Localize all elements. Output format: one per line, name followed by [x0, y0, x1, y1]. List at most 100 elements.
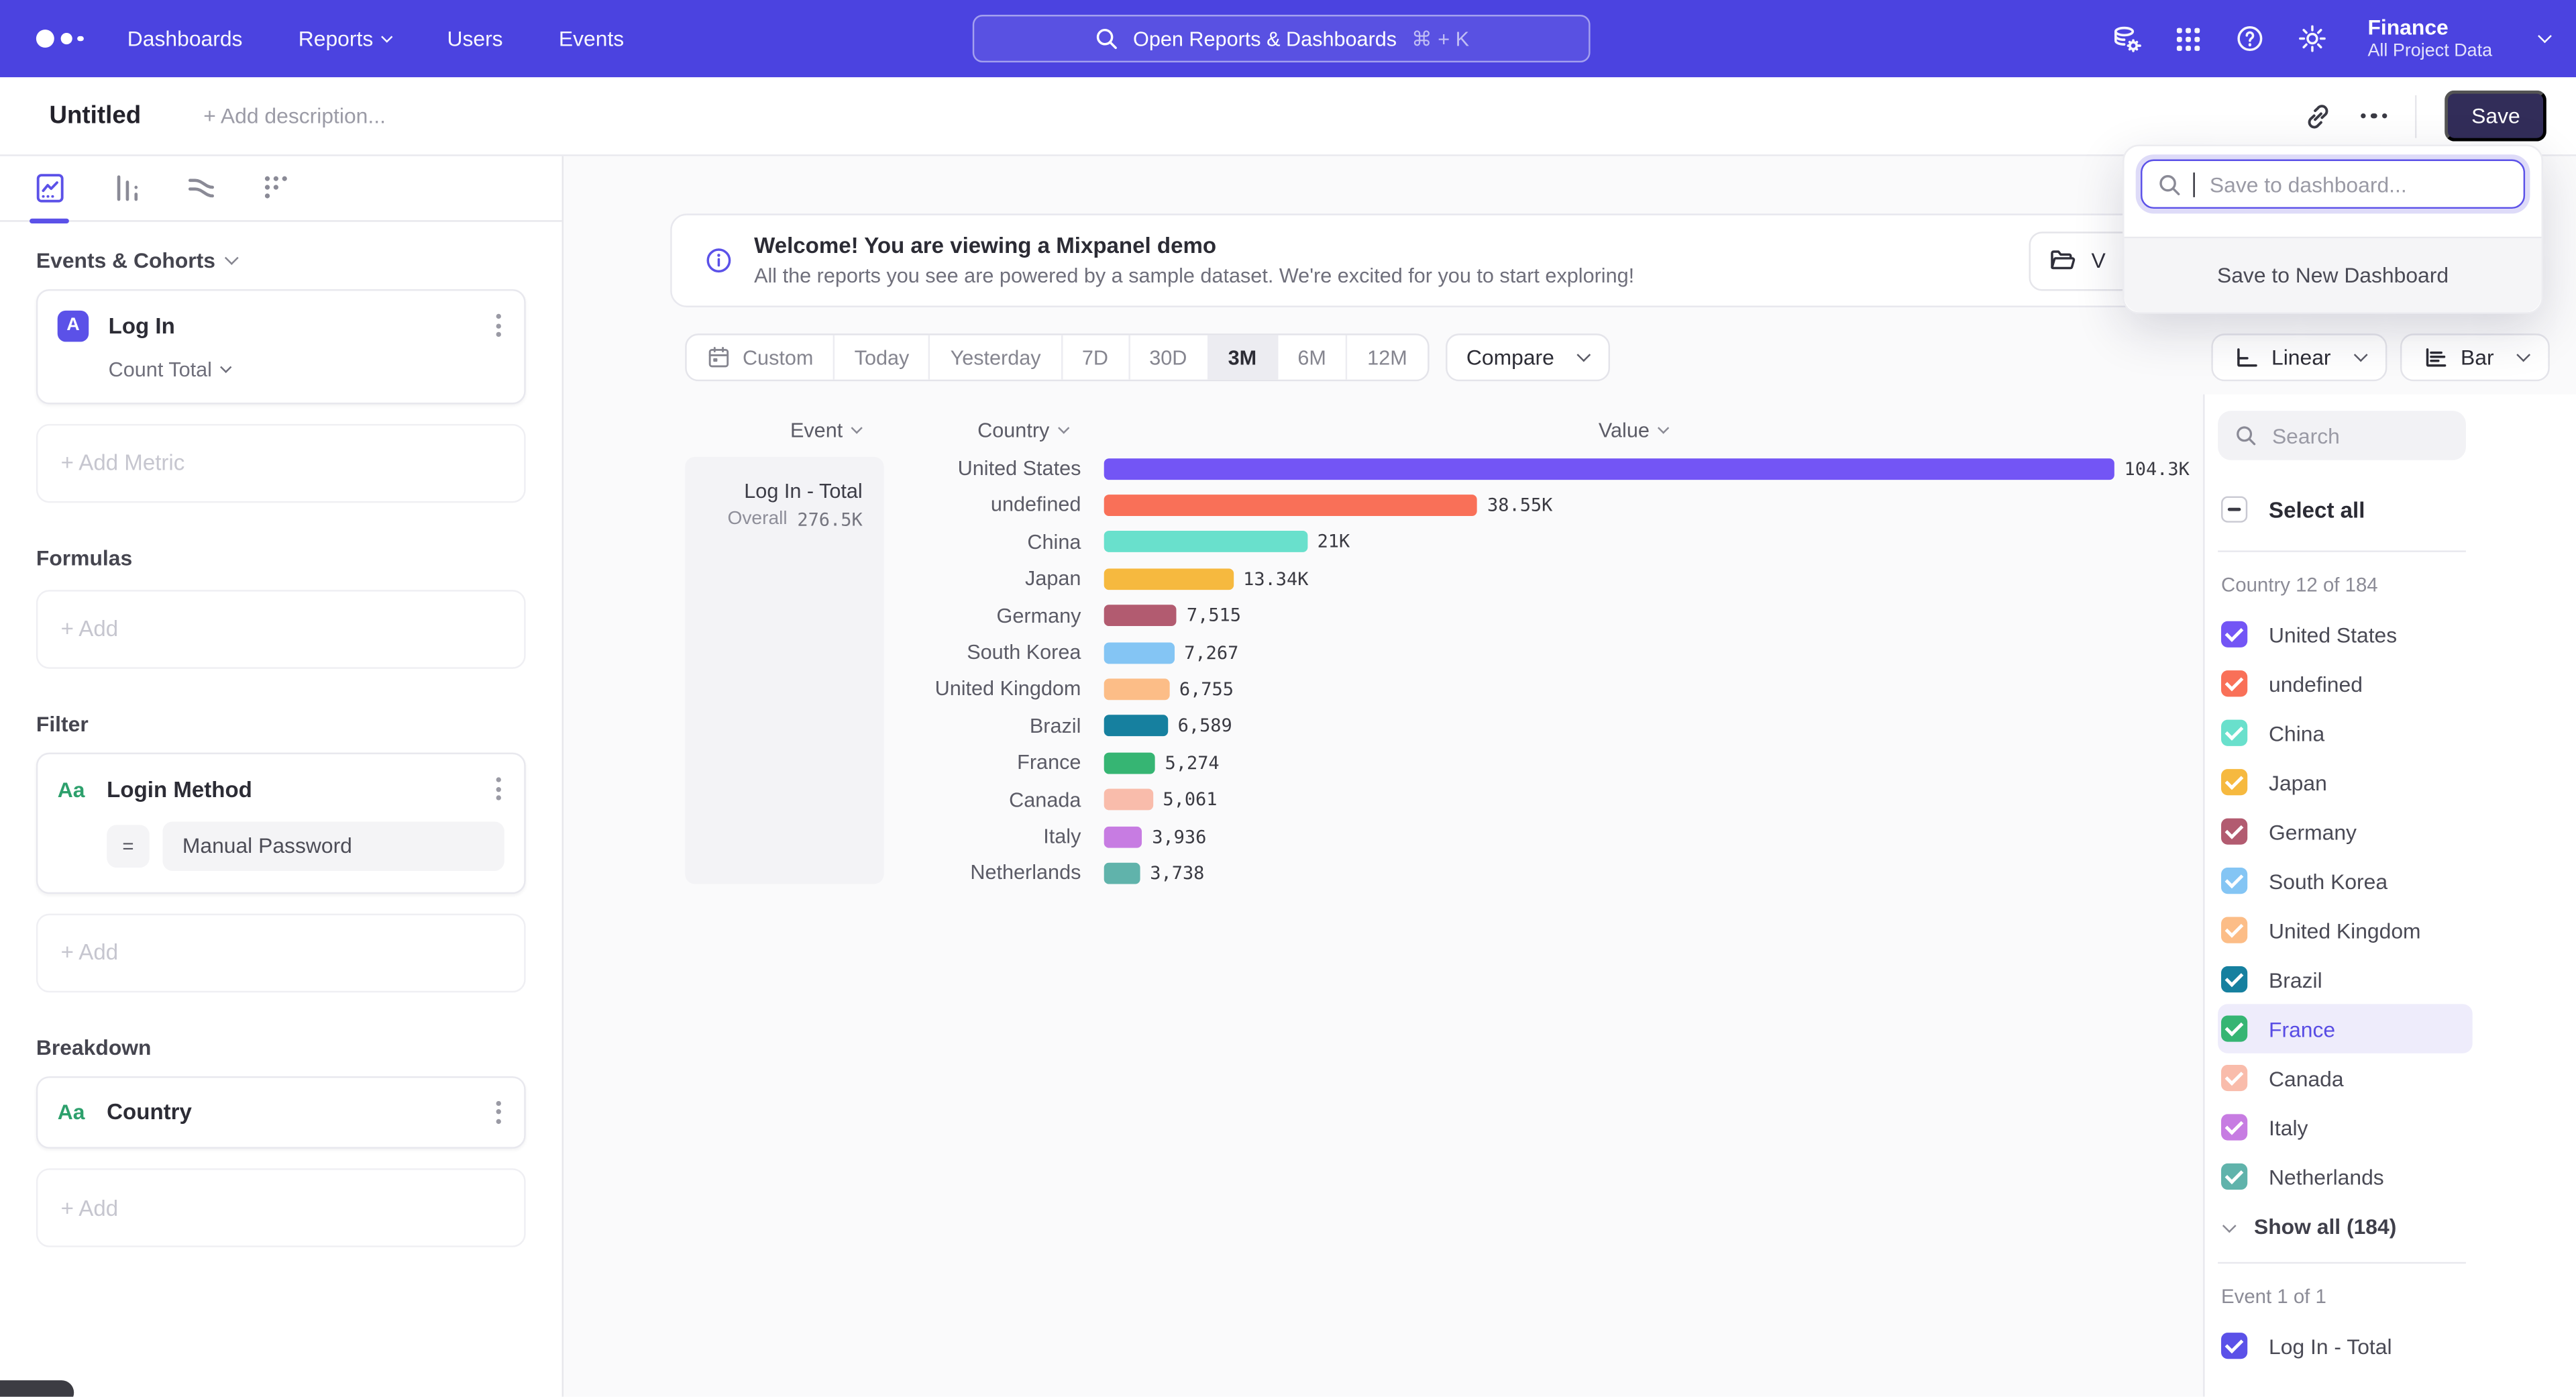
filter-operator-selector[interactable]: = [107, 824, 150, 867]
show-all-button[interactable]: Show all (184) [2218, 1214, 2466, 1239]
date-range-30d[interactable]: 30D [1130, 335, 1208, 380]
series-item-germany[interactable]: Germany [2218, 807, 2466, 856]
series-checkbox-canada[interactable] [2221, 1065, 2247, 1091]
metric-card[interactable]: A Log In Count Total [36, 289, 526, 404]
add-metric-button[interactable]: + Add Metric [36, 423, 526, 503]
filter-card[interactable]: Aa Login Method = Manual Password [36, 752, 526, 893]
series-search-input[interactable]: Search [2218, 411, 2466, 460]
series-checkbox-brazil[interactable] [2221, 966, 2247, 992]
breakdown-menu-icon[interactable] [493, 1095, 504, 1129]
bar-germany[interactable] [1104, 605, 1177, 626]
series-item-brazil[interactable]: Brazil [2218, 955, 2466, 1004]
bar-united-states[interactable] [1104, 458, 2114, 479]
horizontal-scrollbar-thumb[interactable] [0, 1380, 74, 1396]
add-formula-button[interactable]: + Add [36, 590, 526, 669]
breakdown-property-name[interactable]: Country [107, 1100, 192, 1125]
series-checkbox-south-korea[interactable] [2221, 868, 2247, 894]
series-item-undefined[interactable]: undefined [2218, 659, 2466, 708]
column-header-value[interactable]: Value [1599, 419, 1668, 442]
series-item-south-korea[interactable]: South Korea [2218, 856, 2466, 905]
metric-event-name[interactable]: Log In [109, 313, 175, 338]
date-range-custom[interactable]: Custom [687, 335, 835, 380]
series-item-china[interactable]: China [2218, 709, 2466, 758]
series-checkbox-france[interactable] [2221, 1015, 2247, 1041]
linear-scale-icon [2232, 344, 2258, 370]
bar-netherlands[interactable] [1104, 862, 1140, 884]
bar-undefined[interactable] [1104, 495, 1478, 516]
date-range-7d[interactable]: 7D [1062, 335, 1129, 380]
help-icon[interactable] [2235, 23, 2266, 54]
mixpanel-logo-icon[interactable] [36, 30, 83, 48]
nav-item-reports[interactable]: Reports [299, 26, 391, 51]
date-range-12m[interactable]: 12M [1348, 335, 1427, 380]
compare-button[interactable]: Compare [1445, 333, 1610, 381]
insights-tab[interactable] [28, 155, 71, 221]
series-checkbox-united-kingdom[interactable] [2221, 917, 2247, 943]
series-item-netherlands[interactable]: Netherlands [2218, 1152, 2466, 1201]
series-checkbox-italy[interactable] [2221, 1114, 2247, 1140]
select-all-row[interactable]: Select all [2218, 497, 2466, 523]
series-item-united-states[interactable]: United States [2218, 610, 2466, 659]
event-item-log-in-total[interactable]: Log In - Total [2218, 1321, 2466, 1370]
add-description-button[interactable]: + Add description... [203, 103, 386, 128]
bar-italy[interactable] [1104, 826, 1142, 847]
events-cohorts-header[interactable]: Events & Cohorts [36, 248, 526, 273]
copy-link-icon[interactable] [2303, 101, 2332, 131]
series-item-italy[interactable]: Italy [2218, 1102, 2466, 1151]
bar-japan[interactable] [1104, 568, 1234, 590]
nav-item-events[interactable]: Events [559, 26, 624, 51]
date-range-6m[interactable]: 6M [1278, 335, 1348, 380]
column-header-event[interactable]: Event [790, 419, 861, 442]
add-filter-button[interactable]: + Add [36, 913, 526, 992]
filter-value-selector[interactable]: Manual Password [162, 821, 504, 870]
data-management-icon[interactable] [2110, 22, 2143, 55]
funnels-tab[interactable] [103, 155, 146, 221]
metric-menu-icon[interactable] [493, 309, 504, 343]
series-item-japan[interactable]: Japan [2218, 758, 2466, 807]
project-switcher[interactable]: Finance All Project Data [2367, 14, 2492, 63]
save-button[interactable]: Save [2445, 91, 2546, 142]
bar-canada[interactable] [1104, 789, 1153, 811]
flows-tab[interactable] [179, 155, 222, 221]
report-title[interactable]: Untitled [49, 102, 141, 130]
settings-gear-icon[interactable] [2297, 23, 2328, 54]
compare-label: Compare [1466, 345, 1554, 370]
nav-item-users[interactable]: Users [447, 26, 502, 51]
apps-grid-icon[interactable] [2174, 24, 2203, 54]
global-search-button[interactable]: Open Reports & Dashboards ⌘ + K [973, 15, 1591, 62]
chart-type-button[interactable]: Bar [2400, 333, 2549, 381]
bar-value-label: 21K [1318, 531, 1350, 553]
series-checkbox-undefined[interactable] [2221, 670, 2247, 696]
nav-item-dashboards[interactable]: Dashboards [127, 26, 243, 51]
bar-china[interactable] [1104, 531, 1307, 553]
series-checkbox-germany[interactable] [2221, 819, 2247, 845]
save-to-new-dashboard-button[interactable]: Save to New Dashboard [2125, 237, 2542, 313]
event-checkbox[interactable] [2221, 1333, 2247, 1359]
series-item-canada[interactable]: Canada [2218, 1053, 2466, 1102]
bar-france[interactable] [1104, 752, 1155, 774]
add-breakdown-button[interactable]: + Add [36, 1169, 526, 1248]
bar-united-kingdom[interactable] [1104, 678, 1169, 700]
date-range-yesterday[interactable]: Yesterday [930, 335, 1062, 380]
more-options-icon[interactable] [2361, 113, 2387, 119]
metric-aggregation-selector[interactable]: Count Total [109, 358, 504, 380]
bar-south-korea[interactable] [1104, 641, 1175, 663]
save-dashboard-search-input[interactable]: Save to dashboard... [2141, 160, 2525, 209]
retention-tab[interactable] [255, 155, 298, 221]
series-item-france[interactable]: France [2218, 1004, 2473, 1053]
filter-property-name[interactable]: Login Method [107, 777, 252, 802]
date-range-today[interactable]: Today [835, 335, 930, 380]
series-item-united-kingdom[interactable]: United Kingdom [2218, 905, 2466, 954]
select-all-checkbox[interactable] [2221, 497, 2247, 523]
scale-selector-button[interactable]: Linear [2210, 333, 2386, 381]
filter-menu-icon[interactable] [493, 772, 504, 806]
column-header-country[interactable]: Country [977, 419, 1067, 442]
series-checkbox-china[interactable] [2221, 720, 2247, 746]
bar-brazil[interactable] [1104, 715, 1168, 737]
series-checkbox-united-states[interactable] [2221, 621, 2247, 648]
date-range-3m[interactable]: 3M [1208, 335, 1278, 380]
series-checkbox-netherlands[interactable] [2221, 1163, 2247, 1190]
breakdown-card[interactable]: Aa Country [36, 1076, 526, 1149]
country-list-header: Country 12 of 184 [2218, 574, 2466, 597]
series-checkbox-japan[interactable] [2221, 769, 2247, 795]
